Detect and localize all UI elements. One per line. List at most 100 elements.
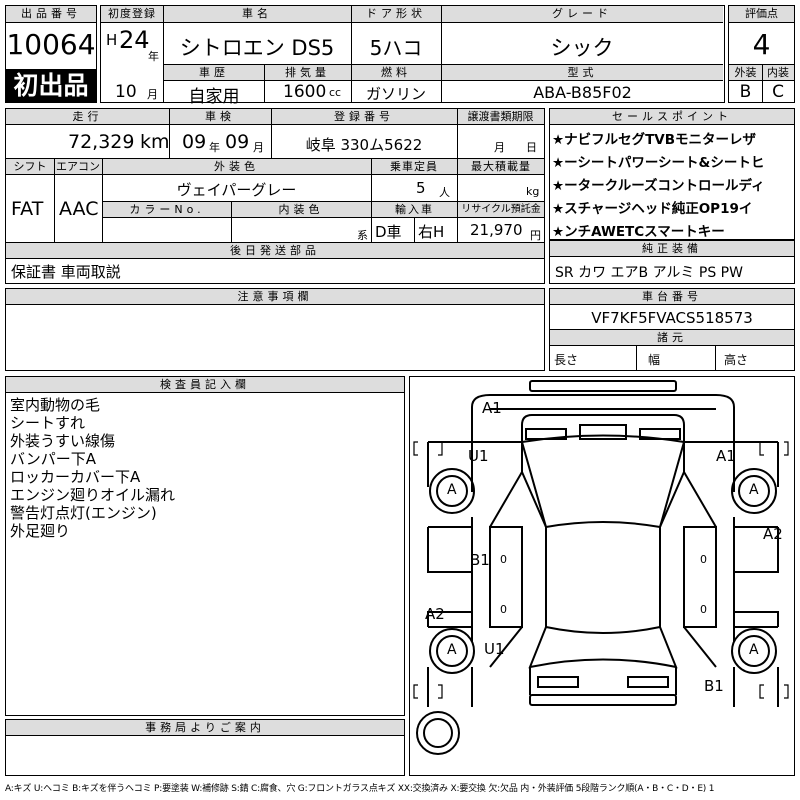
spec-height: 高さ: [724, 353, 749, 367]
transfer-day: 日: [526, 141, 537, 154]
sales-point-1: ★ナビフルセグTVBモニターレザ: [552, 132, 757, 148]
mileage-unit: km: [140, 131, 170, 153]
month-unit: 月: [147, 88, 158, 101]
inspection-year: 09: [182, 131, 207, 153]
fuel-label: 燃料: [351, 65, 441, 81]
mileage-label: 走行: [6, 109, 169, 125]
inspector-line-1: 室内動物の毛: [10, 396, 101, 414]
load-unit: kg: [526, 185, 540, 198]
displacement-label: 排気量: [264, 65, 351, 81]
interior-color-label: 内装色: [231, 202, 371, 218]
first-listing-badge: 初出品: [6, 69, 96, 102]
mark-zero-b1: 0: [500, 553, 507, 566]
door-label: ドア形状: [351, 6, 441, 23]
reg-number-label: 登録番号: [271, 109, 457, 125]
recycle-label: リサイクル預託金: [458, 202, 544, 218]
mark-zero-mid-left: 0: [500, 603, 507, 616]
later-parts-label: 後日発送部品: [6, 243, 544, 259]
grade-label: グレード: [441, 6, 723, 23]
ac-value: AAC: [59, 198, 99, 220]
car-diagram-box: A1 U1 A1 A A A2 B1 0 0 0 0 A2 A U1 A B1: [409, 376, 795, 776]
import-label: 輸入車: [372, 202, 457, 218]
mark-a2-left: A2: [425, 605, 445, 623]
import-dealer: D車: [375, 223, 402, 241]
inspector-label: 検査員記入欄: [6, 377, 404, 393]
mark-a1-top-left: A1: [482, 399, 502, 417]
exterior-color: ヴェイパーグレー: [176, 181, 297, 199]
sales-point-4: ★スチャージヘッド純正OP19イ: [552, 201, 753, 217]
spec-width: 幅: [648, 353, 661, 367]
genuine-value: SR カワ エアB アルミ PS PW: [555, 265, 743, 281]
inspection-month-unit: 月: [253, 141, 264, 154]
lot-number: 10064: [6, 28, 96, 61]
color-no-label: カラーNo.: [103, 202, 231, 218]
registration-number: 岐阜 330ム5622: [305, 136, 423, 154]
notes-label: 注意事項欄: [6, 289, 544, 305]
mark-b1-rear: B1: [704, 677, 724, 695]
sales-point-2: ★ーシートパワーシート&シートヒ: [552, 155, 765, 171]
transfer-month: 月: [494, 141, 505, 154]
capacity: 5: [416, 179, 426, 197]
front-bumper-shape: [529, 380, 677, 392]
mark-u1-rear: U1: [484, 640, 505, 658]
sales-point-5: ★ンチAWETCスマートキー: [552, 224, 725, 240]
shift-value: FAT: [11, 198, 44, 220]
recycle-unit: 円: [530, 229, 541, 242]
inspector-line-6: エンジン廻りオイル漏れ: [10, 486, 176, 504]
roof: [545, 527, 661, 627]
car-diagram: [413, 380, 789, 755]
score-value: 4: [752, 28, 771, 61]
later-parts-value: 保証書 車両取説: [11, 263, 121, 281]
capacity-label: 乗車定員: [371, 159, 457, 175]
detail-box: 走行 車検 登録番号 譲渡書類期限 72,329 km 09 年 09 月 岐阜…: [5, 108, 545, 284]
inspector-box: 検査員記入欄 室内動物の毛 シートすれ 外装うすい線傷 バンパー下A ロッカーカ…: [5, 376, 405, 716]
mileage: 72,329: [68, 131, 135, 153]
office-label: 事務局よりご案内: [6, 720, 404, 736]
model-label: 型式: [442, 65, 723, 81]
era-label: H: [106, 31, 118, 49]
chassis-label: 車台番号: [550, 289, 794, 305]
mark-a1-top-right: A1: [716, 447, 736, 465]
mark-zero-right: 0: [700, 553, 707, 566]
sales-points-label: セールスポイント: [550, 109, 794, 125]
transfer-label: 譲渡書類期限: [457, 109, 544, 125]
score-label: 評価点: [729, 6, 794, 23]
score-box: 評価点 4 外装 内装 B C: [728, 5, 795, 103]
genuine-label: 純正装備: [550, 241, 794, 257]
inspection-month: 09: [225, 131, 250, 153]
inspection-label: 車検: [169, 109, 271, 125]
mark-u1-left: U1: [468, 447, 489, 465]
spec-length: 長さ: [554, 353, 579, 367]
inspector-line-3: 外装うすい線傷: [10, 432, 116, 450]
chassis-number: VF7KF5FVACS518573: [591, 309, 753, 327]
color-label: 外装色: [102, 159, 371, 175]
model-code: ABA-B85F02: [533, 83, 632, 102]
year-unit: 年: [148, 50, 159, 63]
capacity-unit: 人: [439, 186, 450, 199]
mark-a-rear-right: A: [749, 642, 759, 658]
ac-label: エアコン: [54, 159, 102, 175]
genuine-equipment-box: 純正装備 SR カワ エアB アルミ PS PW: [549, 240, 795, 284]
interior-grade: C: [772, 82, 784, 102]
inspector-line-2: シートすれ: [10, 414, 86, 432]
sales-points-box: セールスポイント ★ナビフルセグTVBモニターレザ ★ーシートパワーシート&シー…: [549, 108, 795, 240]
car-name-label: 車名: [163, 6, 351, 23]
mark-b1-left: B1: [470, 551, 490, 569]
mark-a2-right: A2: [763, 525, 783, 543]
inspector-line-5: ロッカーカバー下A: [10, 468, 141, 486]
mark-a-front-right: A: [749, 482, 759, 498]
mark-a-front-left: A: [447, 482, 457, 498]
displacement: 1600: [283, 82, 327, 102]
steering: 右H: [418, 223, 445, 241]
inspector-line-7: 警告灯点灯(エンジン): [10, 504, 157, 522]
main-info-box: 初度登録 車名 ドア形状 グレード H 24 年 シトロエン DS5 5ハコ シ…: [100, 5, 725, 107]
mark-zero-mid-right: 0: [700, 603, 707, 616]
inspector-line-8: 外足廻り: [10, 522, 71, 540]
mark-a-rear-left: A: [447, 642, 457, 658]
inspection-year-unit: 年: [209, 141, 220, 154]
lot-label: 出品番号: [6, 6, 96, 23]
rear-bumper-shape: [529, 694, 677, 706]
exterior-grade: B: [739, 82, 752, 102]
office-box: 事務局よりご案内: [5, 719, 405, 776]
chassis-box: 車台番号 VF7KF5FVACS518573 諸元 長さ 幅 高さ: [549, 288, 795, 371]
